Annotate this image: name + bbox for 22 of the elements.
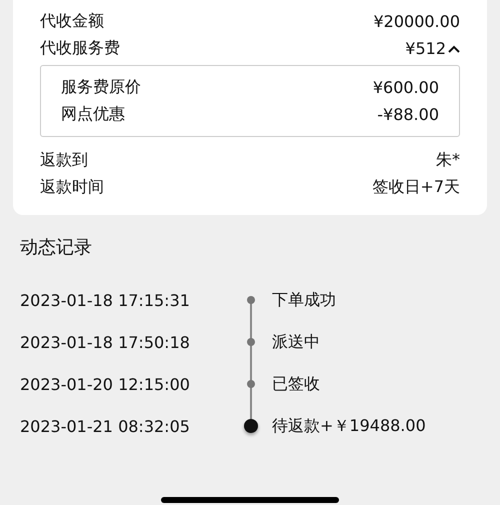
event-status: 待返款+￥19488.00 — [272, 416, 427, 436]
field-label: 返款到 — [40, 150, 88, 171]
event-status: 派送中 — [272, 332, 321, 352]
field-value: ¥600.00 — [372, 78, 439, 97]
event-time: 2023-01-21 08:32:05 — [20, 416, 191, 436]
field-label: 服务费原价 — [61, 77, 141, 98]
field-value: 朱* — [436, 150, 460, 171]
event-time: 2023-01-18 17:15:31 — [20, 290, 191, 310]
field-label: 代收服务费 — [40, 38, 120, 59]
event-status: 已签收 — [272, 374, 321, 394]
field-value: 签收日+7天 — [372, 177, 460, 198]
field-label: 代收金额 — [40, 11, 104, 32]
field-value: ¥20000.00 — [373, 12, 460, 31]
field-label: 返款时间 — [40, 177, 104, 198]
event-status: 下单成功 — [272, 290, 337, 310]
field-value: -¥88.00 — [377, 105, 439, 124]
event-time: 2023-01-20 12:15:00 — [20, 374, 191, 394]
section-title: 动态记录 — [20, 236, 93, 260]
field-value: ¥512 — [405, 39, 446, 58]
chevron-up-icon[interactable] — [448, 44, 460, 52]
event-time: 2023-01-18 17:50:18 — [20, 332, 191, 352]
field-label: 网点优惠 — [61, 104, 125, 125]
